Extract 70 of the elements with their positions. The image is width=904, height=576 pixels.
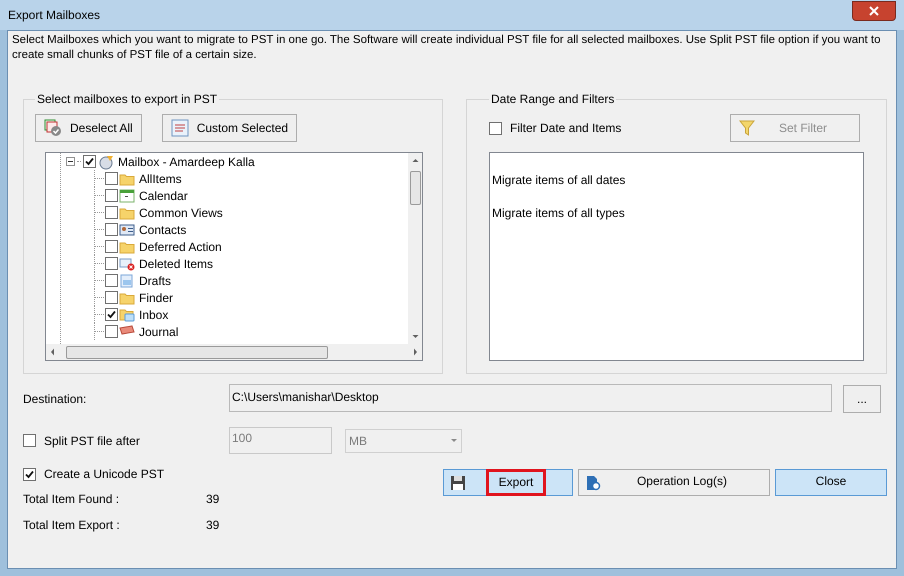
tree-item[interactable]: Deferred Action: [139, 238, 222, 256]
document-gear-icon: [585, 474, 601, 490]
tree-item[interactable]: Inbox: [139, 306, 168, 324]
group-title: Date Range and Filters: [490, 91, 616, 108]
checkbox[interactable]: [105, 240, 118, 253]
summary-text: Migrate items of all types: [492, 205, 626, 222]
inbox-folder-icon: [119, 308, 135, 322]
minus-icon: [68, 159, 73, 164]
total-value: 39: [206, 517, 220, 534]
tree-item[interactable]: Contacts: [139, 220, 186, 238]
custom-selected-button[interactable]: Custom Selected: [162, 114, 298, 142]
checkbox[interactable]: [105, 325, 118, 338]
checkbox[interactable]: [105, 172, 118, 185]
close-button[interactable]: Close: [775, 469, 887, 496]
browse-button[interactable]: ...: [843, 385, 881, 413]
vertical-scrollbar[interactable]: [408, 153, 422, 344]
total-label: Total Item Found :: [23, 491, 120, 508]
checkbox[interactable]: [105, 223, 118, 236]
close-icon[interactable]: [852, 1, 896, 21]
folder-icon: [119, 290, 135, 304]
contact-card-icon: [119, 222, 135, 236]
checkbox[interactable]: [105, 257, 118, 270]
horizontal-scrollbar[interactable]: [46, 344, 422, 360]
unit-dropdown[interactable]: MB: [345, 428, 462, 452]
checkbox-label: Split PST file after: [44, 432, 140, 450]
checkbox[interactable]: [105, 206, 118, 219]
calendar-icon: [119, 188, 135, 202]
tree-item[interactable]: Journal: [139, 322, 178, 340]
folder-icon: [119, 240, 135, 254]
folder-icon: [119, 172, 135, 186]
summary-text: Migrate items of all dates: [492, 172, 626, 189]
window-title: Export Mailboxes: [8, 7, 102, 24]
export-button[interactable]: Export: [443, 469, 573, 496]
scrollbar-thumb[interactable]: [410, 171, 420, 205]
filter-icon: [739, 119, 755, 137]
checkbox[interactable]: [489, 122, 502, 134]
group-title: Select mailboxes to export in PST: [36, 91, 218, 108]
checkbox[interactable]: [105, 189, 118, 202]
checkbox[interactable]: [83, 155, 96, 168]
mailbox-icon: [98, 154, 116, 170]
checkbox-label: Create a Unicode PST: [44, 466, 164, 483]
description-text: Select Mailboxes which you want to migrate to PST in one go. The Software will create individual PST file for all selected mailboxes. Use Split PST file option if you want to create small chunks of PST file of a certain size.: [11, 33, 882, 63]
folder-icon: [119, 206, 135, 220]
checkbox[interactable]: [105, 308, 118, 321]
checkbox[interactable]: [105, 274, 118, 287]
checkbox[interactable]: [105, 291, 118, 304]
log-button[interactable]: Operation Log(s): [578, 469, 770, 496]
deleted-mail-icon: [119, 256, 135, 270]
checkbox[interactable]: [23, 434, 36, 447]
destination-label: Destination:: [23, 391, 88, 408]
tree-item[interactable]: Calendar: [139, 186, 188, 204]
checkbox[interactable]: [23, 468, 36, 480]
tree-item[interactable]: Common Views: [139, 204, 223, 222]
scrollbar-thumb[interactable]: [66, 346, 328, 358]
save-icon: [450, 474, 466, 490]
total-value: 39: [206, 491, 220, 508]
deselect-icon: [44, 119, 62, 137]
deselect-all-button[interactable]: Deselect All: [35, 114, 142, 142]
tree-item[interactable]: Finder: [139, 288, 174, 306]
total-label: Total Item Export :: [23, 517, 121, 534]
tree-item[interactable]: Deleted Items: [139, 254, 214, 272]
checkbox-label: Filter Date and Items: [510, 120, 622, 137]
checklist-icon: [170, 119, 189, 137]
destination-field[interactable]: C:\Users\manishar\Desktop: [229, 384, 832, 412]
draft-mail-icon: [119, 274, 135, 288]
tree-item[interactable]: Mailbox - Amardeep Kalla: [118, 153, 255, 170]
collapse-toggle[interactable]: [66, 157, 75, 166]
tree-item[interactable]: AllItems: [139, 170, 182, 188]
size-field[interactable]: 100: [229, 427, 332, 454]
tree-item[interactable]: Drafts: [139, 272, 172, 290]
